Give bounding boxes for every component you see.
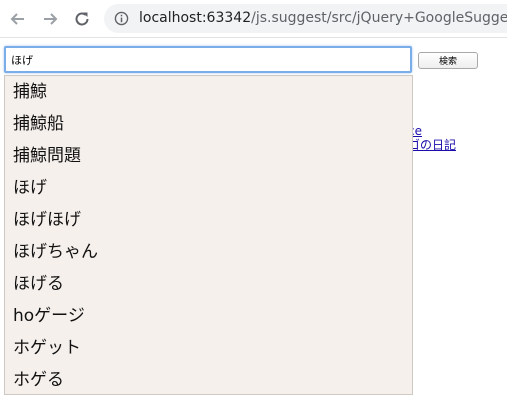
suggestion-item[interactable]: ほげちゃん: [5, 236, 412, 268]
background-link[interactable]: ゴの日記: [408, 138, 456, 152]
forward-arrow-icon: [44, 13, 58, 25]
back-button[interactable]: [6, 7, 30, 31]
info-icon[interactable]: [114, 11, 129, 26]
suggestion-item[interactable]: ホゲる: [5, 364, 412, 396]
suggestion-item[interactable]: hoゲージ: [5, 300, 412, 332]
reload-icon: [75, 12, 89, 26]
suggestion-item[interactable]: ほげる: [5, 268, 412, 300]
url-host: localhost:63342: [139, 10, 252, 26]
suggestion-item[interactable]: ホゲット: [5, 332, 412, 364]
suggestion-list: 捕鯨 捕鯨船 捕鯨問題 ほげ ほげほげ ほげちゃん ほげる hoゲージ ホゲット…: [4, 75, 413, 395]
suggestion-item[interactable]: ほげほげ: [5, 204, 412, 236]
search-button[interactable]: 検索: [418, 52, 478, 69]
url-text: localhost:63342/js.suggest/src/jQuery+Go…: [139, 10, 507, 26]
back-arrow-icon: [10, 13, 24, 25]
background-link[interactable]: ce: [408, 124, 456, 138]
suggestion-item[interactable]: ほげ: [5, 172, 412, 204]
page-content: 検索 ce ゴの日記 捕鯨 捕鯨船 捕鯨問題 ほげ ほげほげ ほげちゃん ほげる…: [0, 38, 507, 409]
url-path: /js.suggest/src/jQuery+GoogleSuggest+c: [251, 10, 507, 26]
browser-toolbar: localhost:63342/js.suggest/src/jQuery+Go…: [0, 0, 507, 38]
suggestion-item[interactable]: 捕鯨船: [5, 108, 412, 140]
suggestion-item[interactable]: 捕鯨: [5, 76, 412, 108]
address-bar[interactable]: localhost:63342/js.suggest/src/jQuery+Go…: [104, 4, 507, 33]
suggestion-item[interactable]: 捕鯨問題: [5, 140, 412, 172]
search-input[interactable]: [4, 46, 412, 73]
background-links: ce ゴの日記: [408, 124, 456, 152]
reload-button[interactable]: [70, 7, 94, 31]
forward-button[interactable]: [38, 7, 62, 31]
